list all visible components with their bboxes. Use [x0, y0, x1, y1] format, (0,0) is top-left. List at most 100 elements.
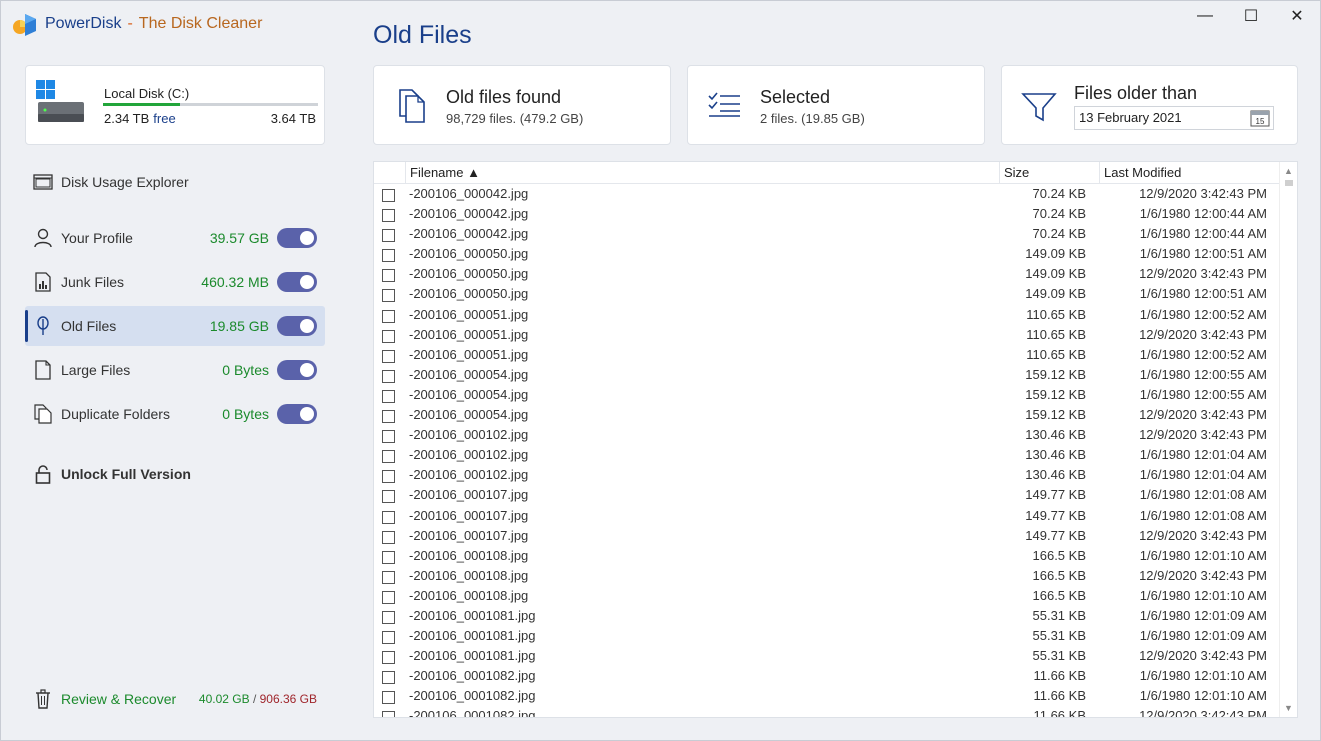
- sidebar-item-size: 0 Bytes: [222, 406, 269, 422]
- row-checkbox[interactable]: [382, 209, 395, 223]
- table-row[interactable]: -200106_000054.jpg 159.12 KB 1/6/1980 12:0…: [374, 365, 1279, 385]
- your-profile-toggle[interactable]: [277, 228, 317, 248]
- table-row[interactable]: -200106_0001082.jpg 11.66 KB 1/6/1980 12:0…: [374, 686, 1279, 706]
- row-checkbox[interactable]: [382, 430, 395, 444]
- sidebar-item-junk-files[interactable]: Junk Files 460.32 MB: [25, 262, 325, 302]
- row-filename: -200106_000108.jpg: [409, 567, 529, 583]
- row-checkbox[interactable]: [382, 671, 395, 685]
- duplicate-icon: [25, 404, 61, 424]
- table-row[interactable]: -200106_000102.jpg 130.46 KB 1/6/1980 12:0…: [374, 465, 1279, 485]
- vertical-scrollbar[interactable]: ▲ ▼: [1279, 162, 1297, 717]
- size-column-header[interactable]: Size: [999, 162, 1099, 184]
- row-checkbox[interactable]: [382, 651, 395, 665]
- row-filename: -200106_000107.jpg: [409, 527, 529, 543]
- table-row[interactable]: -200106_000102.jpg 130.46 KB 12/9/2020 3:4…: [374, 425, 1279, 445]
- old-files-found-card: Old files found 98,729 files. (479.2 GB): [373, 65, 671, 145]
- table-row[interactable]: -200106_000051.jpg 110.65 KB 1/6/1980 12:0…: [374, 305, 1279, 325]
- unlock-label: Unlock Full Version: [61, 466, 191, 482]
- maximize-button[interactable]: ☐: [1228, 1, 1274, 31]
- row-checkbox[interactable]: [382, 309, 395, 323]
- table-row[interactable]: -200106_000050.jpg 149.09 KB 1/6/1980 12:0…: [374, 244, 1279, 264]
- table-row[interactable]: -200106_0001081.jpg 55.31 KB 1/6/1980 12:0…: [374, 606, 1279, 626]
- date-picker-input[interactable]: 13 February 2021 15: [1074, 106, 1274, 130]
- close-button[interactable]: ✕: [1274, 1, 1320, 31]
- table-row[interactable]: -200106_000054.jpg 159.12 KB 1/6/1980 12:0…: [374, 385, 1279, 405]
- table-row[interactable]: -200106_000050.jpg 149.09 KB 12/9/2020 3:4…: [374, 264, 1279, 284]
- scrollbar-thumb[interactable]: [1285, 180, 1293, 186]
- row-checkbox[interactable]: [382, 510, 395, 524]
- table-row[interactable]: -200106_000042.jpg 70.24 KB 1/6/1980 12:00…: [374, 224, 1279, 244]
- review-slash: /: [252, 692, 257, 706]
- sidebar-item-your-profile[interactable]: Your Profile 39.57 GB: [25, 218, 325, 258]
- row-checkbox[interactable]: [382, 631, 395, 645]
- row-size: 55.31 KB: [1032, 648, 1087, 664]
- sidebar-item-label: Junk Files: [61, 274, 125, 290]
- sidebar-item-label: Your Profile: [61, 230, 133, 246]
- person-icon: [25, 228, 61, 248]
- row-checkbox[interactable]: [382, 389, 395, 403]
- row-checkbox[interactable]: [382, 490, 395, 504]
- row-checkbox[interactable]: [382, 610, 395, 624]
- review-recover-values: 40.02 GB / 906.36 GB: [199, 692, 317, 706]
- row-checkbox[interactable]: [382, 369, 395, 383]
- table-row[interactable]: -200106_0001081.jpg 55.31 KB 12/9/2020 3:4…: [374, 646, 1279, 666]
- table-row[interactable]: -200106_000051.jpg 110.65 KB 1/6/1980 12:0…: [374, 345, 1279, 365]
- row-checkbox[interactable]: [382, 570, 395, 584]
- unlock-full-version-button[interactable]: Unlock Full Version: [25, 459, 191, 489]
- modified-column-header[interactable]: Last Modified: [1099, 162, 1279, 184]
- sidebar-item-disk-usage-explorer[interactable]: Disk Usage Explorer: [25, 162, 325, 202]
- scroll-up-icon[interactable]: ▲: [1284, 166, 1293, 176]
- table-row[interactable]: -200106_000042.jpg 70.24 KB 12/9/2020 3:42…: [374, 184, 1279, 204]
- row-checkbox[interactable]: [382, 229, 395, 243]
- review-recover-button[interactable]: Review & Recover 40.02 GB / 906.36 GB: [25, 685, 325, 713]
- selected-count: 2 files. (19.85 GB): [760, 111, 865, 126]
- table-row[interactable]: -200106_000050.jpg 149.09 KB 1/6/1980 12:0…: [374, 284, 1279, 304]
- minimize-button[interactable]: —: [1182, 1, 1228, 31]
- table-row[interactable]: -200106_000102.jpg 130.46 KB 1/6/1980 12:0…: [374, 445, 1279, 465]
- row-checkbox[interactable]: [382, 410, 395, 424]
- row-checkbox[interactable]: [382, 450, 395, 464]
- row-checkbox[interactable]: [382, 189, 395, 202]
- app-title-separator: -: [127, 15, 133, 32]
- disk-card[interactable]: Local Disk (C:) 2.34 TB free 3.64 TB: [25, 65, 325, 145]
- row-checkbox[interactable]: [382, 470, 395, 484]
- large-files-toggle[interactable]: [277, 360, 317, 380]
- table-row[interactable]: -200106_000051.jpg 110.65 KB 12/9/2020 3:4…: [374, 325, 1279, 345]
- row-checkbox[interactable]: [382, 691, 395, 705]
- table-row[interactable]: -200106_000108.jpg 166.5 KB 1/6/1980 12:01…: [374, 546, 1279, 566]
- row-size: 166.5 KB: [1032, 547, 1087, 563]
- row-modified: 1/6/1980 12:00:55 AM: [1139, 386, 1267, 402]
- sidebar-item-old-files[interactable]: Old Files 19.85 GB: [25, 306, 325, 346]
- old-files-toggle[interactable]: [277, 316, 317, 336]
- row-checkbox[interactable]: [382, 590, 395, 604]
- table-row[interactable]: -200106_000108.jpg 166.5 KB 12/9/2020 3:42…: [374, 566, 1279, 586]
- row-checkbox[interactable]: [382, 550, 395, 564]
- review-recover-label: Review & Recover: [61, 691, 177, 707]
- row-checkbox[interactable]: [382, 349, 395, 363]
- sidebar-item-large-files[interactable]: Large Files 0 Bytes: [25, 350, 325, 390]
- duplicate-folders-toggle[interactable]: [277, 404, 317, 424]
- row-checkbox[interactable]: [382, 329, 395, 343]
- table-row[interactable]: -200106_0001081.jpg 55.31 KB 1/6/1980 12:0…: [374, 626, 1279, 646]
- scroll-down-icon[interactable]: ▼: [1284, 703, 1293, 713]
- table-row[interactable]: -200106_0001082.jpg 11.66 KB 1/6/1980 12:0…: [374, 666, 1279, 686]
- row-filename: -200106_000108.jpg: [409, 547, 529, 563]
- table-row[interactable]: -200106_000107.jpg 149.77 KB 1/6/1980 12:0…: [374, 506, 1279, 526]
- row-size: 110.65 KB: [1026, 306, 1086, 322]
- table-row[interactable]: -200106_0001082.jpg 11.66 KB 12/9/2020 3:4…: [374, 706, 1279, 717]
- table-row[interactable]: -200106_000042.jpg 70.24 KB 1/6/1980 12:00…: [374, 204, 1279, 224]
- table-row[interactable]: -200106_000108.jpg 166.5 KB 1/6/1980 12:01…: [374, 586, 1279, 606]
- table-row[interactable]: -200106_000054.jpg 159.12 KB 12/9/2020 3:4…: [374, 405, 1279, 425]
- sidebar-item-duplicate-folders[interactable]: Duplicate Folders 0 Bytes: [25, 394, 325, 434]
- row-modified: 1/6/1980 12:01:08 AM: [1139, 507, 1267, 523]
- filename-column-header[interactable]: Filename ▲: [405, 162, 999, 184]
- row-checkbox[interactable]: [382, 269, 395, 283]
- row-checkbox[interactable]: [382, 530, 395, 544]
- calendar-icon[interactable]: 15: [1250, 109, 1270, 127]
- table-row[interactable]: -200106_000107.jpg 149.77 KB 1/6/1980 12:0…: [374, 485, 1279, 505]
- row-checkbox[interactable]: [382, 289, 395, 303]
- junk-files-toggle[interactable]: [277, 272, 317, 292]
- row-checkbox[interactable]: [382, 711, 395, 717]
- table-row[interactable]: -200106_000107.jpg 149.77 KB 12/9/2020 3:4…: [374, 526, 1279, 546]
- row-checkbox[interactable]: [382, 249, 395, 263]
